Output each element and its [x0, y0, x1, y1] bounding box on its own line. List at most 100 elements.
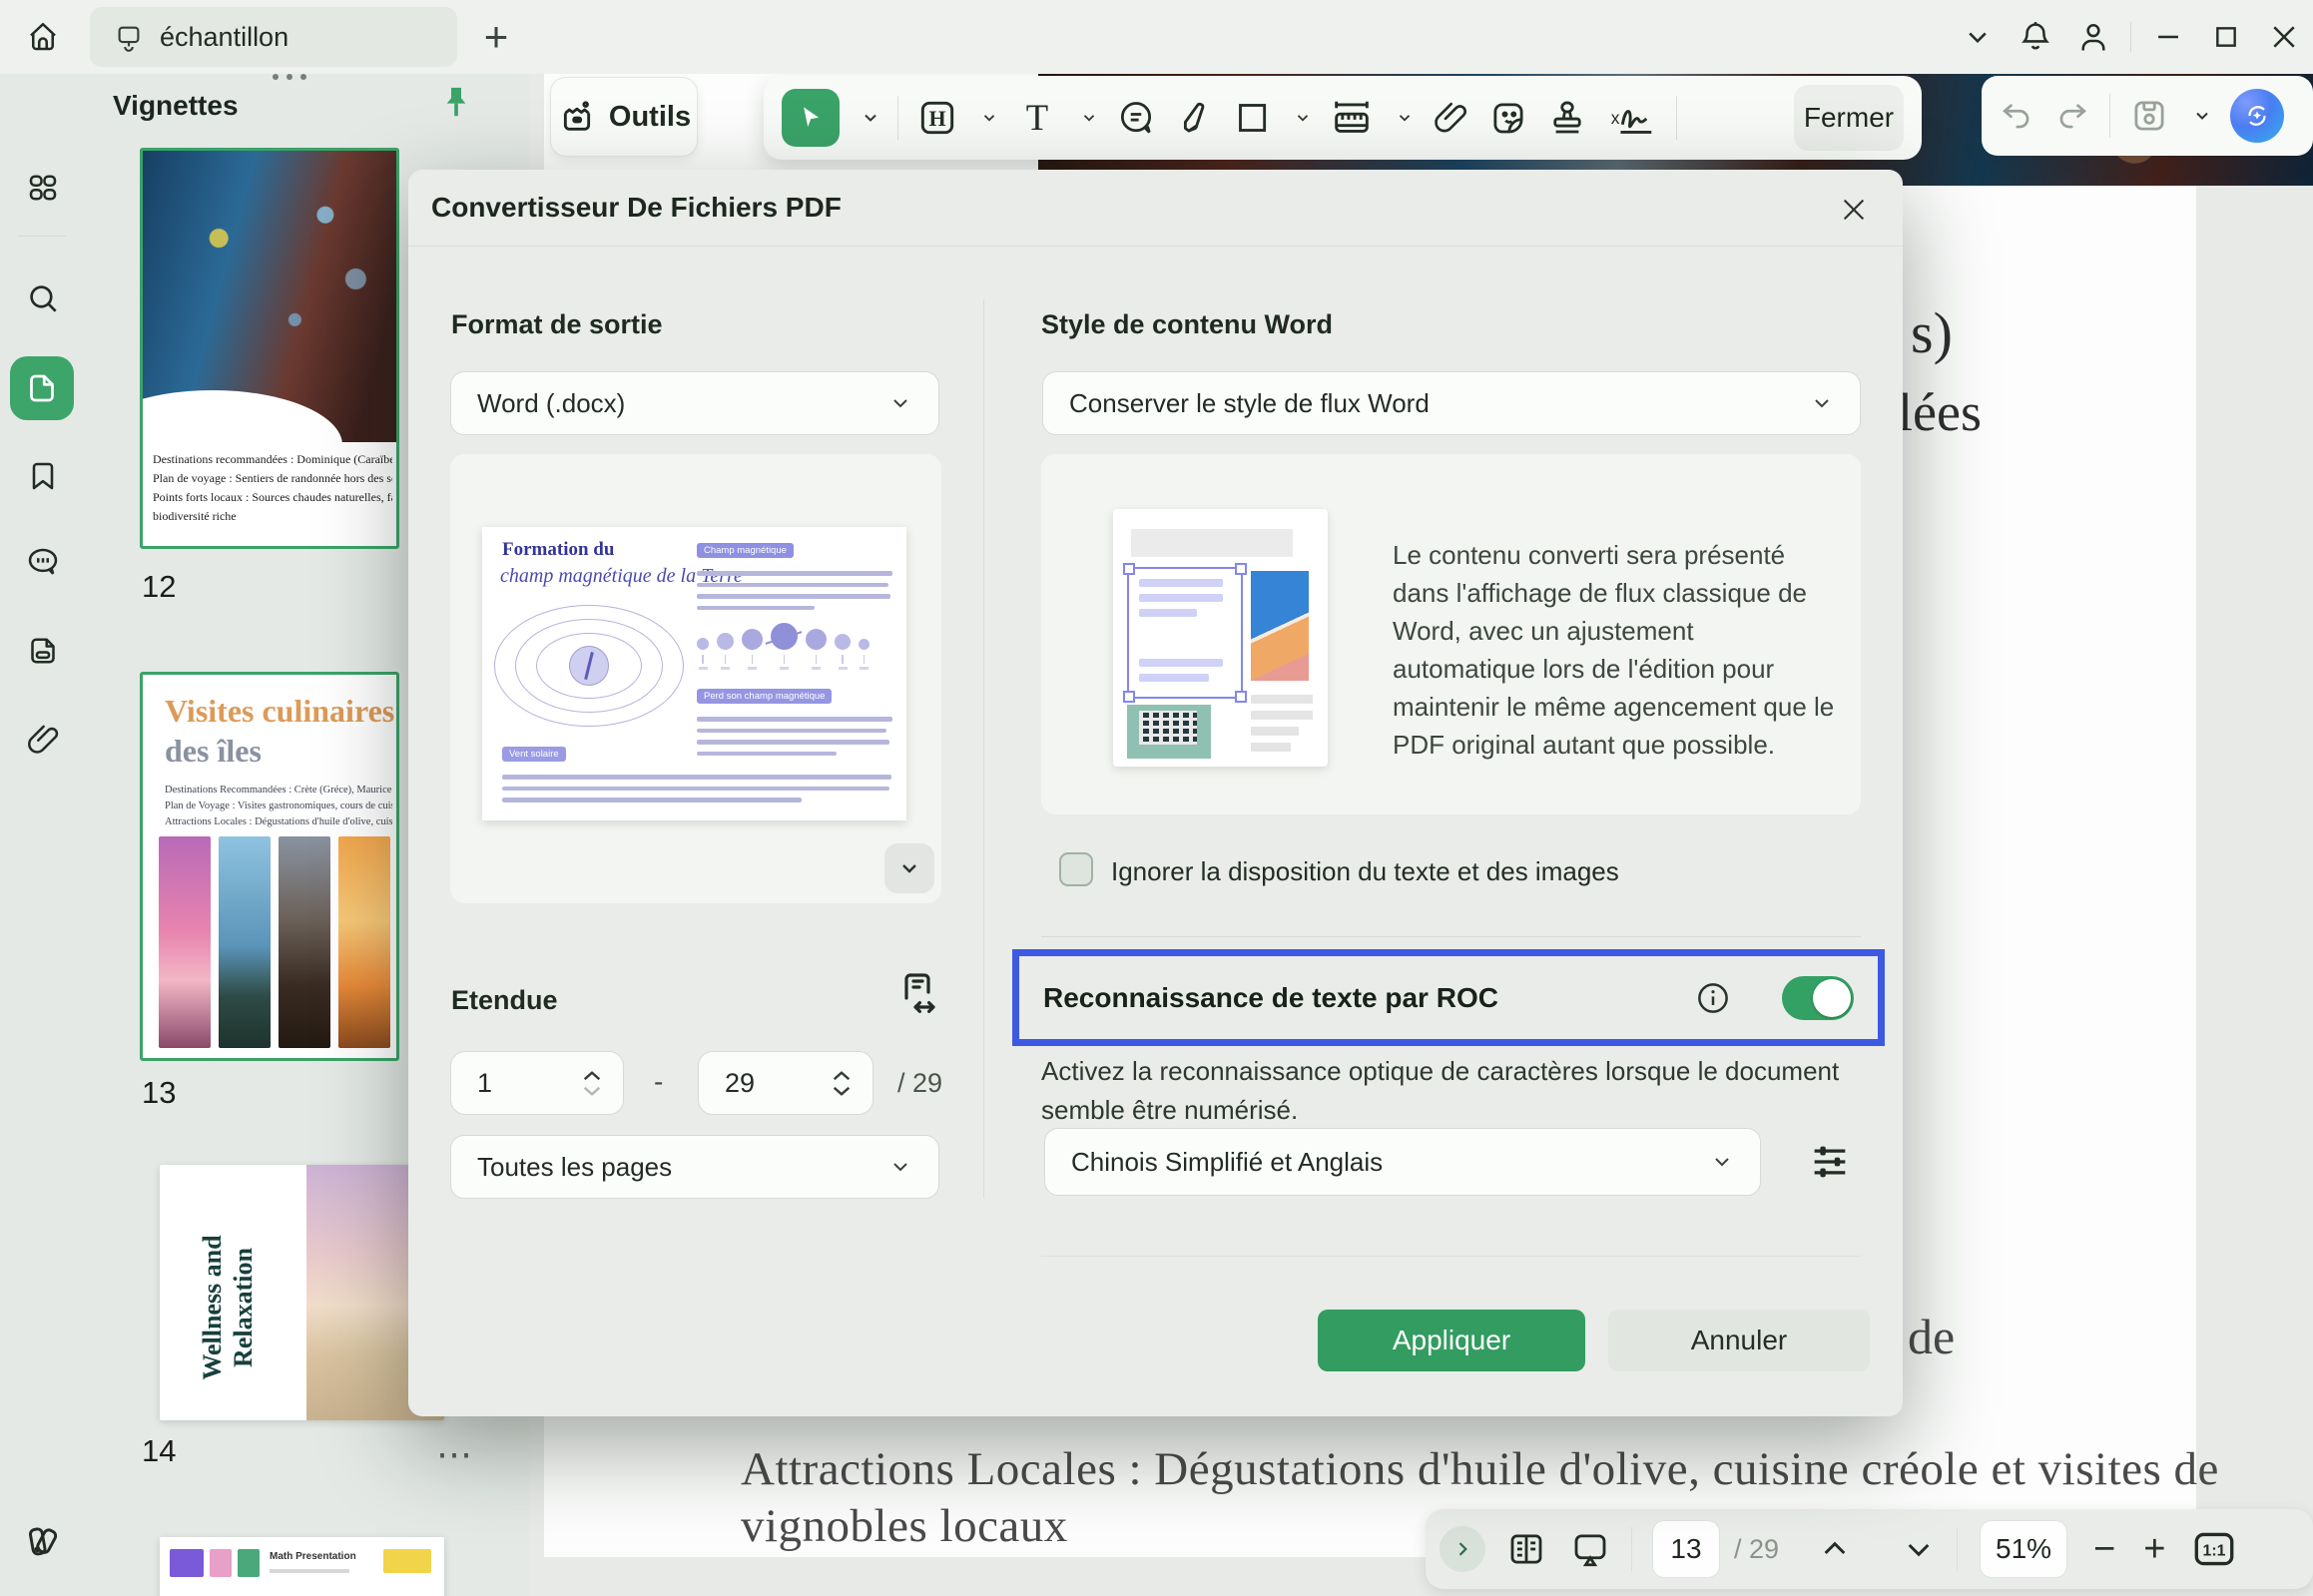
edit-tool-chevron-icon[interactable]	[980, 109, 998, 127]
actual-size-button[interactable]: 1:1	[2189, 1524, 2239, 1574]
presentation-view-icon[interactable]	[1569, 1528, 1611, 1570]
word-style-select[interactable]: Conserver le style de flux Word	[1042, 371, 1861, 435]
floating-toolbar: H T x Fermer	[764, 76, 1922, 160]
save-icon[interactable]	[2128, 95, 2170, 137]
redo-icon[interactable]	[2053, 97, 2091, 135]
ocr-toggle-on[interactable]	[1782, 976, 1854, 1020]
range-from-value: 1	[477, 1068, 492, 1099]
thumbnail-14-menu-icon[interactable]: ⋯	[436, 1433, 474, 1475]
measure-tool-chevron-icon[interactable]	[1396, 109, 1414, 127]
chevron-down-icon	[888, 391, 912, 415]
edit-tool-icon[interactable]: H	[915, 96, 959, 140]
word-layout-illustration	[1113, 509, 1328, 767]
maximize-button[interactable]	[2197, 8, 2255, 66]
undo-icon[interactable]	[1998, 97, 2035, 135]
range-from-input[interactable]: 1	[450, 1051, 624, 1115]
select-tool-button[interactable]	[782, 89, 840, 147]
thumbnail-13-photos	[159, 836, 390, 1048]
page-number-14: 14	[142, 1433, 176, 1469]
home-button[interactable]	[14, 9, 72, 65]
apps-grid-icon[interactable]	[25, 170, 61, 206]
thumbnail-page-14[interactable]: Wellness and Relaxation	[160, 1165, 444, 1420]
document-note-icon[interactable]	[25, 633, 61, 669]
pen-tool-icon[interactable]	[1174, 97, 1216, 139]
zoom-in-button[interactable]: +	[2143, 1528, 2165, 1571]
ai-assistant-button[interactable]	[2230, 89, 2284, 143]
account-user-icon[interactable]	[2064, 8, 2122, 66]
dialog-close-button[interactable]	[1830, 186, 1878, 234]
range-total-label: / 29	[897, 1068, 942, 1099]
new-tab-button[interactable]: +	[471, 12, 521, 62]
minimize-button[interactable]	[2139, 8, 2197, 66]
bookmark-icon[interactable]	[25, 458, 61, 494]
range-from-stepper[interactable]	[581, 1069, 603, 1098]
ocr-language-select[interactable]: Chinois Simplifié et Anglais	[1044, 1128, 1761, 1196]
preview-next-page-button[interactable]	[884, 843, 934, 893]
range-to-stepper[interactable]	[831, 1069, 853, 1098]
page-number-input[interactable]: 13	[1652, 1520, 1720, 1578]
text-tool-icon[interactable]: T	[1015, 96, 1059, 140]
thumbnail-page-15-partial[interactable]: Math Presentation	[160, 1537, 444, 1596]
select-tool-chevron-icon[interactable]	[861, 108, 880, 128]
page-range-swap-icon[interactable]	[893, 968, 941, 1016]
outils-label: Outils	[609, 101, 691, 134]
signature-tool-icon[interactable]: x	[1605, 91, 1659, 145]
app-window: Attractions Locales : Dégustations d'hui…	[0, 0, 2313, 1596]
outils-button[interactable]: Outils	[550, 77, 698, 157]
toolbar-divider	[1676, 96, 1677, 140]
search-icon[interactable]	[24, 279, 62, 317]
text-tool-chevron-icon[interactable]	[1080, 109, 1098, 127]
rectangle-tool-icon[interactable]	[1233, 98, 1273, 138]
measure-tool-icon[interactable]	[1329, 95, 1375, 141]
sticker-tool-icon[interactable]	[1487, 97, 1529, 139]
statusbar-divider	[1631, 1527, 1632, 1571]
window-menu-chevron[interactable]	[1949, 8, 2007, 66]
attach-tool-icon[interactable]	[1431, 98, 1470, 138]
range-to-input[interactable]: 29	[698, 1051, 873, 1115]
ocr-label: Reconnaissance de texte par ROC	[1043, 982, 1498, 1014]
previous-page-chevron-icon[interactable]	[1819, 1533, 1851, 1565]
panel-drag-handle-icon[interactable]	[273, 74, 306, 80]
comment-tool-icon[interactable]	[1115, 97, 1157, 139]
stamp-tool-icon[interactable]	[1546, 97, 1588, 139]
thumbnails-panel-button[interactable]	[10, 356, 74, 420]
fermer-button[interactable]: Fermer	[1794, 85, 1904, 151]
two-page-view-icon[interactable]	[1505, 1528, 1547, 1570]
comments-icon[interactable]	[24, 543, 62, 581]
rectangle-tool-chevron-icon[interactable]	[1294, 109, 1312, 127]
cancel-button[interactable]: Annuler	[1608, 1310, 1870, 1371]
pin-icon[interactable]	[436, 82, 476, 122]
attachment-paperclip-icon[interactable]	[24, 721, 62, 759]
thumbnail-page-12[interactable]: Destinations recommandées : Dominique (C…	[140, 148, 399, 549]
pdf-page-preview: Formation du champ magnétique de la Terr…	[482, 527, 906, 820]
format-select[interactable]: Word (.docx)	[450, 371, 939, 435]
notifications-bell-icon[interactable]	[2007, 8, 2064, 66]
page-total-label: / 29	[1734, 1534, 1779, 1565]
range-section-label: Etendue	[451, 985, 558, 1016]
zoom-level-input[interactable]: 51%	[1980, 1520, 2067, 1578]
expand-panel-button[interactable]	[1440, 1526, 1485, 1572]
ignore-layout-checkbox[interactable]	[1059, 852, 1093, 886]
ocr-description: Activez la reconnaissance optique de car…	[1041, 1052, 1866, 1130]
toolbar-divider	[2109, 94, 2110, 138]
word-style-value: Conserver le style de flux Word	[1069, 388, 1430, 419]
thumbnail-13-line: Attractions Locales : Dégustations d'hui…	[165, 814, 392, 830]
apply-button[interactable]: Appliquer	[1318, 1310, 1585, 1371]
thumbnail-15-line	[270, 1569, 349, 1573]
pages-scope-select[interactable]: Toutes les pages	[450, 1135, 939, 1199]
thumbnail-12-line: Plan de voyage : Sentiers de randonnée h…	[153, 469, 392, 488]
planets-row	[697, 623, 869, 670]
zoom-out-button[interactable]: −	[2093, 1528, 2115, 1571]
ocr-settings-sliders-icon[interactable]	[1804, 1136, 1856, 1188]
tab-echantillon[interactable]: échantillon	[90, 7, 457, 67]
thumbnail-page-13[interactable]: Visites culinaires des îles Destinations…	[140, 672, 399, 1061]
thumbnail-13-line: Plan de Voyage : Visites gastronomiques,…	[165, 798, 392, 814]
ocr-highlight-box: Reconnaissance de texte par ROC	[1012, 949, 1885, 1046]
save-options-chevron-icon[interactable]	[2192, 106, 2212, 126]
close-window-button[interactable]	[2255, 8, 2313, 66]
next-page-chevron-icon[interactable]	[1903, 1533, 1935, 1565]
info-icon[interactable]	[1694, 979, 1732, 1017]
swatches-fan-icon[interactable]	[21, 1519, 65, 1563]
toolbox-icon	[557, 97, 597, 137]
preview-tag: Perd son champ magnétique	[697, 689, 832, 704]
